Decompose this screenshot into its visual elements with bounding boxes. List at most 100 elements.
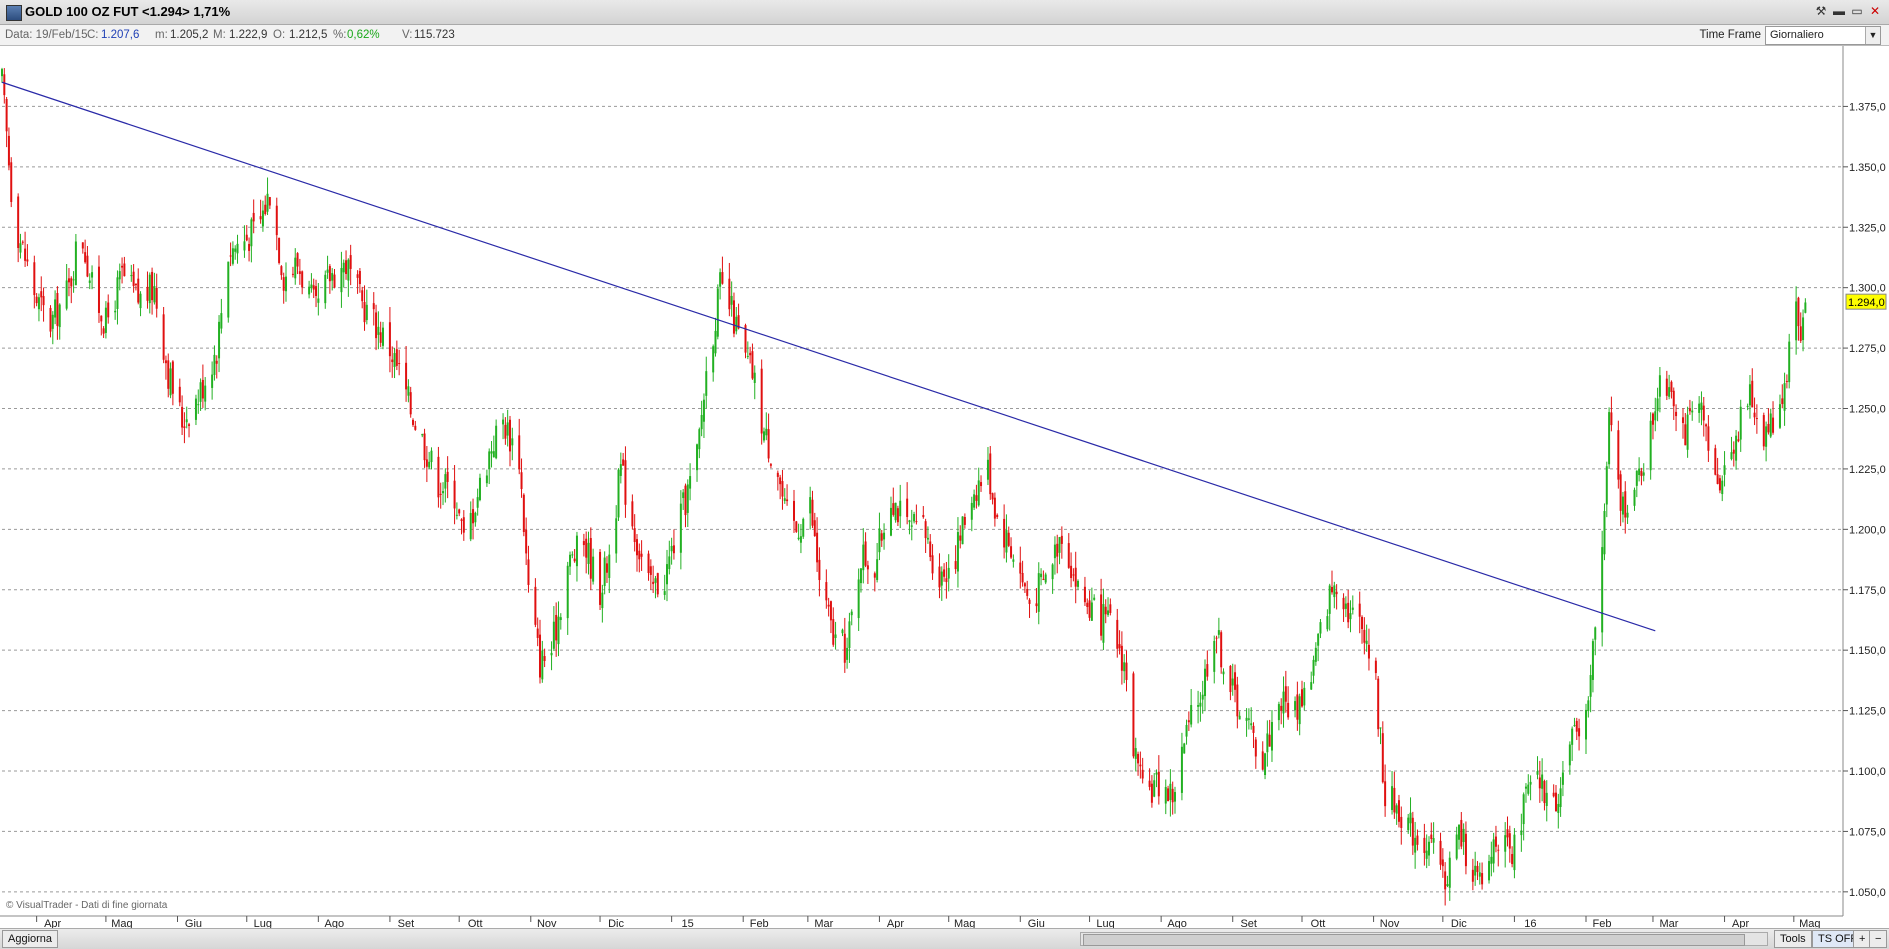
candle-body bbox=[961, 516, 964, 545]
maximize-icon[interactable]: ▭ bbox=[1849, 3, 1865, 19]
candle-body bbox=[51, 314, 54, 329]
candle-body bbox=[1023, 583, 1026, 587]
candle-body bbox=[943, 569, 946, 577]
candle-body bbox=[1310, 682, 1313, 690]
candle-body bbox=[340, 267, 343, 293]
candle-body bbox=[566, 565, 569, 619]
candle-body bbox=[349, 255, 352, 269]
candle-body bbox=[940, 571, 943, 586]
candle-body bbox=[896, 508, 899, 523]
candle-body bbox=[1492, 839, 1495, 864]
candle-body bbox=[1552, 792, 1555, 797]
candle-body bbox=[317, 298, 320, 303]
candle-body bbox=[506, 422, 509, 436]
date-value: Data: 19/Feb/15 bbox=[5, 29, 88, 41]
y-tick-label: 1.050,0 bbox=[1849, 887, 1886, 899]
candle-body bbox=[56, 293, 59, 326]
candle-body bbox=[1578, 728, 1581, 737]
candle-body bbox=[1277, 704, 1280, 721]
candle-body bbox=[862, 544, 865, 571]
candle-body bbox=[765, 428, 768, 436]
horizontal-scrollbar[interactable] bbox=[1080, 932, 1768, 946]
candle-body bbox=[1342, 597, 1345, 610]
candle-body bbox=[929, 541, 932, 558]
candle-body bbox=[40, 291, 43, 298]
candle-body bbox=[86, 255, 89, 277]
candle-body bbox=[818, 559, 821, 581]
candle-body bbox=[1520, 830, 1523, 836]
chevron-down-icon[interactable]: ▼ bbox=[1865, 27, 1880, 44]
candle-body bbox=[1190, 705, 1193, 725]
candle-body bbox=[1474, 865, 1477, 876]
candle-body bbox=[1490, 856, 1493, 864]
candle-body bbox=[1633, 489, 1636, 506]
candle-body bbox=[153, 286, 156, 303]
zoom-out-button[interactable]: − bbox=[1869, 930, 1888, 948]
candle-body bbox=[114, 310, 117, 313]
candle-body bbox=[425, 459, 428, 467]
candle-body bbox=[1746, 405, 1749, 407]
candle-body bbox=[1217, 630, 1220, 635]
candle-body bbox=[829, 601, 832, 621]
minimize-icon[interactable]: ▬ bbox=[1831, 3, 1847, 19]
price-label: 1.294,0 bbox=[1848, 297, 1885, 309]
candle-body bbox=[1229, 665, 1232, 693]
candle-body bbox=[1700, 402, 1703, 410]
candle-body bbox=[1559, 788, 1562, 808]
candle-body bbox=[652, 581, 655, 585]
x-tick-label: Lug bbox=[254, 918, 272, 928]
candle-body bbox=[1109, 604, 1112, 613]
x-tick-label: Apr bbox=[44, 918, 61, 928]
candle-body bbox=[571, 554, 574, 556]
candle-body bbox=[17, 196, 20, 248]
candle-body bbox=[1247, 718, 1250, 720]
candle-body bbox=[1411, 817, 1414, 846]
x-tick-label: Mag bbox=[111, 918, 132, 928]
candle-body bbox=[1155, 772, 1158, 775]
candle-body bbox=[1748, 384, 1751, 406]
candle-body bbox=[437, 456, 440, 498]
x-tick-label: Apr bbox=[1732, 918, 1749, 928]
window-controls: ⚒ ▬ ▭ ✕ bbox=[1813, 3, 1883, 19]
candle-body bbox=[294, 257, 297, 279]
candle-body bbox=[599, 551, 602, 605]
candle-body bbox=[201, 379, 204, 399]
candlestick-chart[interactable]: 1.050,0 1.075,0 1.100,0 1.125,0 1.150,0 1.175… bbox=[0, 46, 1889, 930]
candle-body bbox=[1458, 824, 1461, 840]
candle-body bbox=[508, 419, 511, 452]
candle-body bbox=[1349, 613, 1352, 620]
candle-body bbox=[1407, 817, 1410, 831]
candle-body bbox=[1781, 398, 1784, 405]
candle-body bbox=[171, 361, 174, 394]
candle-body bbox=[573, 558, 576, 562]
timeframe-select[interactable]: Giornaliero ▼ bbox=[1765, 26, 1881, 45]
candle-body bbox=[1735, 435, 1738, 461]
candle-body bbox=[1543, 780, 1546, 804]
candle-body bbox=[1589, 675, 1592, 697]
candle-body bbox=[70, 278, 73, 287]
refresh-button[interactable]: Aggiorna bbox=[2, 930, 59, 948]
candle-body bbox=[781, 481, 784, 497]
candle-body bbox=[1529, 781, 1532, 785]
candle-body bbox=[656, 573, 659, 595]
candle-body bbox=[663, 591, 666, 595]
candle-body bbox=[308, 286, 311, 295]
candle-body bbox=[1601, 547, 1604, 633]
chart-area[interactable]: 1.050,0 1.075,0 1.100,0 1.125,0 1.150,0 1.175… bbox=[0, 46, 1889, 930]
candle-body bbox=[1571, 728, 1574, 745]
candle-body bbox=[365, 304, 368, 321]
x-tick-label: Mar bbox=[1659, 918, 1678, 928]
candle-body bbox=[1222, 671, 1225, 675]
candle-body bbox=[1026, 588, 1029, 596]
scrollbar-thumb[interactable] bbox=[1083, 934, 1745, 946]
candle-body bbox=[458, 509, 461, 514]
tools-icon[interactable]: ⚒ bbox=[1813, 3, 1829, 19]
candle-body bbox=[996, 514, 999, 518]
y-tick-label: 1.250,0 bbox=[1849, 404, 1886, 416]
tools-button[interactable]: Tools bbox=[1774, 930, 1812, 948]
candle-body bbox=[405, 362, 408, 390]
candle-body bbox=[559, 617, 562, 620]
candle-body bbox=[555, 614, 558, 641]
y-tick-label: 1.100,0 bbox=[1849, 766, 1886, 778]
close-icon[interactable]: ✕ bbox=[1867, 3, 1883, 19]
